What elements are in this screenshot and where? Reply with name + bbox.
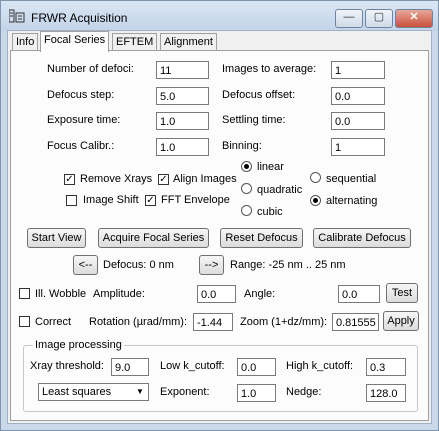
quadratic-radio[interactable] [241,183,252,194]
defocus-readout: Defocus: 0 nm [103,259,174,271]
image-processing-group [23,345,418,412]
method-select[interactable]: Least squares ▼ [38,383,149,401]
exposure-label: Exposure time: [47,114,121,126]
remove-xrays-label: Remove Xrays [80,173,153,185]
app-icon [9,9,25,23]
image-processing-title: Image processing [33,339,124,351]
binning-input[interactable]: 1 [331,138,385,156]
xray-threshold-label: Xray threshold: [30,360,104,372]
tab-info[interactable]: Info [12,33,39,51]
defocus-range: Range: -25 nm .. 25 nm [230,259,346,271]
alternating-radio[interactable] [310,195,321,206]
amplitude-label: Amplitude: [93,288,145,300]
settling-input[interactable]: 0.0 [331,112,385,130]
defocus-offset-input[interactable]: 0.0 [331,87,385,105]
amplitude-input[interactable]: 0.0 [197,285,236,303]
image-shift-checkbox[interactable] [66,195,77,206]
angle-input[interactable]: 0.0 [338,285,380,303]
align-images-label: Align Images [173,173,237,185]
low-k-label: Low k_cutoff: [160,360,225,372]
correct-checkbox[interactable] [19,316,30,327]
high-k-input[interactable]: 0.3 [366,358,406,376]
tab-eftem[interactable]: EFTEM [112,33,158,51]
linear-label: linear [257,161,284,173]
cubic-radio[interactable] [241,205,252,216]
acquire-focal-series-button[interactable]: Acquire Focal Series [98,228,209,248]
xray-threshold-input[interactable]: 9.0 [111,358,149,376]
start-view-button[interactable]: Start View [27,228,86,248]
exponent-label: Exponent: [160,386,210,398]
apply-button[interactable]: Apply [383,311,419,331]
defocus-prev-button[interactable]: <-- [73,255,98,275]
correct-label: Correct [35,316,72,328]
images-avg-label: Images to average: [222,63,317,75]
fft-envelope-label: FFT Envelope [161,194,230,206]
rotation-label: Rotation (µrad/mm): [89,316,188,328]
settling-label: Settling time: [222,114,286,126]
sequential-radio[interactable] [310,172,321,183]
defocus-step-label: Defocus step: [47,89,115,101]
close-button[interactable]: ✕ [395,9,433,28]
defocus-step-input[interactable]: 5.0 [156,87,209,105]
focus-calibr-label: Focus Calibr.: [47,140,115,152]
nedge-label: Nedge: [286,386,322,398]
sequential-label: sequential [326,173,377,185]
calibrate-defocus-button[interactable]: Calibrate Defocus [313,228,411,248]
wobble-checkbox[interactable] [19,288,30,299]
linear-radio[interactable] [241,161,252,172]
title-bar[interactable]: FRWR Acquisition — ▢ ✕ [1,1,438,31]
alternating-label: alternating [326,195,378,207]
focus-calibr-input[interactable]: 1.0 [156,138,209,156]
num-defoci-input[interactable]: 11 [156,61,209,79]
zoom-label: Zoom (1+dz/mm): [240,316,328,328]
test-button[interactable]: Test [386,283,418,303]
align-images-checkbox[interactable]: ✓ [158,174,169,185]
exponent-input[interactable]: 1.0 [237,384,276,402]
minimize-button[interactable]: — [335,9,363,28]
tab-focal-series[interactable]: Focal Series [40,31,110,52]
exposure-input[interactable]: 1.0 [156,112,209,130]
reset-defocus-button[interactable]: Reset Defocus [220,228,303,248]
high-k-label: High k_cutoff: [286,360,354,372]
low-k-input[interactable]: 0.0 [237,358,276,376]
binning-label: Binning: [222,140,262,152]
rotation-input[interactable]: -1.44 [193,313,233,331]
chevron-down-icon: ▼ [136,387,144,396]
tab-alignment[interactable]: Alignment [160,33,217,51]
zoom-input[interactable]: 0.81555 [332,313,379,331]
defocus-offset-label: Defocus offset: [222,89,296,101]
remove-xrays-checkbox[interactable]: ✓ [64,174,75,185]
method-select-value: Least squares [42,386,112,398]
image-shift-label: Image Shift [83,194,139,206]
cubic-label: cubic [257,206,283,218]
nedge-input[interactable]: 128.0 [366,384,406,402]
maximize-button[interactable]: ▢ [365,9,393,28]
defocus-next-button[interactable]: --> [199,255,224,275]
quadratic-label: quadratic [257,184,303,196]
images-avg-input[interactable]: 1 [331,61,385,79]
window-title: FRWR Acquisition [31,11,128,25]
num-defoci-label: Number of defoci: [47,63,134,75]
fft-envelope-checkbox[interactable]: ✓ [145,195,156,206]
angle-label: Angle: [244,288,276,300]
wobble-label: Ill. Wobble [35,288,87,300]
